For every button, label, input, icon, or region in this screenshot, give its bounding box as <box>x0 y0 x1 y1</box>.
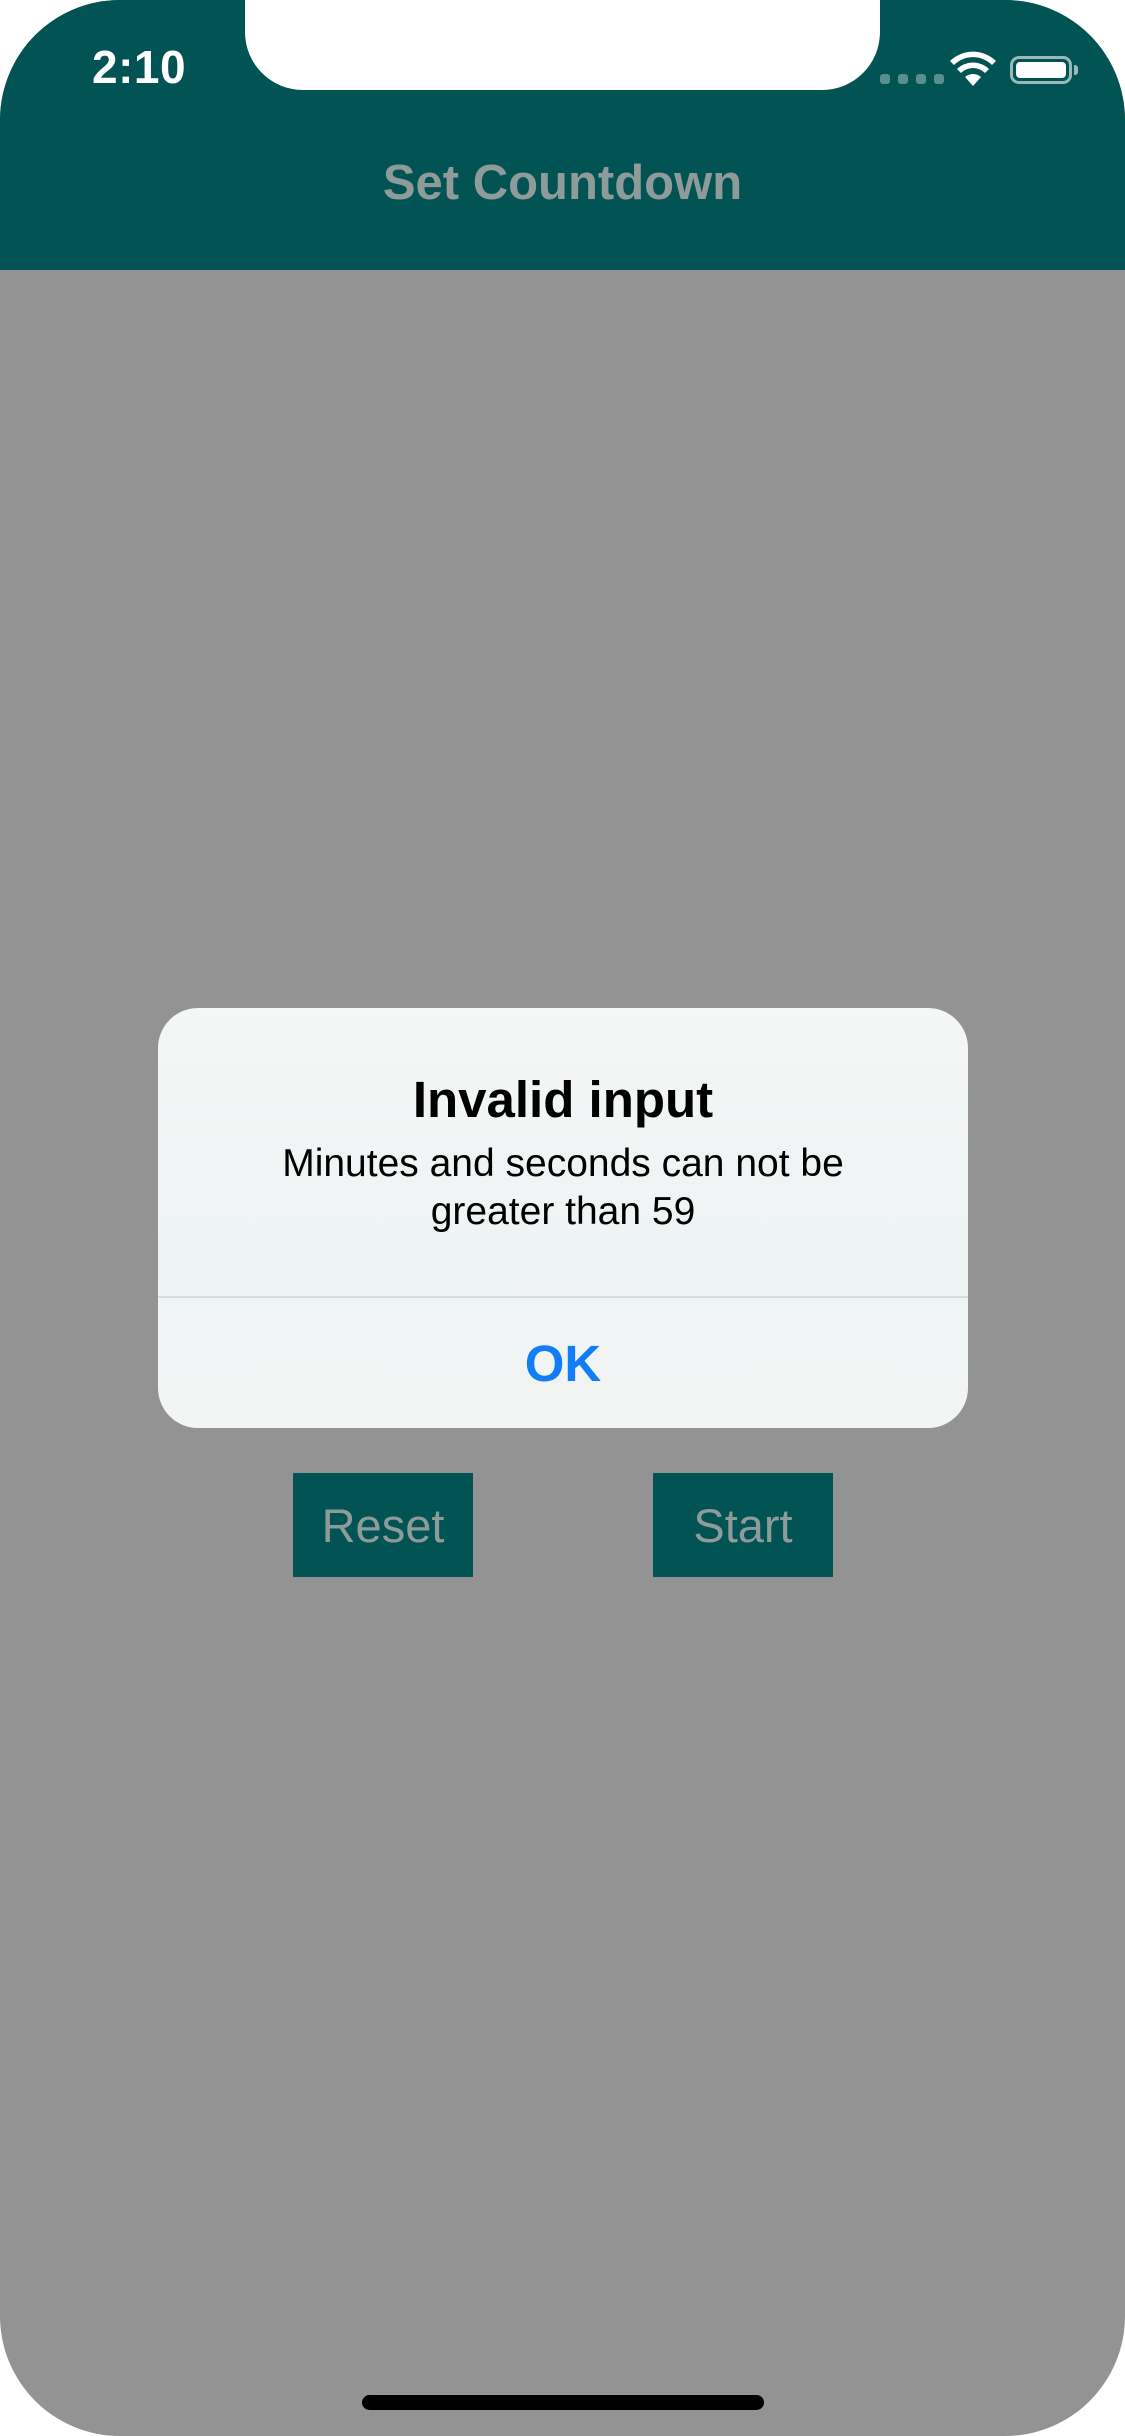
status-time: 2:10 <box>92 41 187 93</box>
alert-ok-button[interactable]: OK <box>158 1298 968 1428</box>
battery-icon <box>1010 56 1072 84</box>
alert-message: Minutes and seconds can not be greater t… <box>282 1142 844 1233</box>
app-screen: 2:10 Set Countdown Reset Start Invalid i… <box>0 0 1125 2436</box>
device-notch <box>245 0 880 90</box>
alert-title: Invalid input <box>412 1071 714 1128</box>
home-indicator[interactable] <box>362 2395 764 2410</box>
signal-icon <box>880 74 944 84</box>
wifi-icon <box>950 51 996 86</box>
page-title: Set Countdown <box>382 156 743 210</box>
start-button[interactable]: Start <box>653 1473 833 1577</box>
battery-tip <box>1074 65 1078 75</box>
alert-dialog: Invalid input Minutes and seconds can no… <box>158 1008 968 1428</box>
reset-button[interactable]: Reset <box>293 1473 473 1577</box>
